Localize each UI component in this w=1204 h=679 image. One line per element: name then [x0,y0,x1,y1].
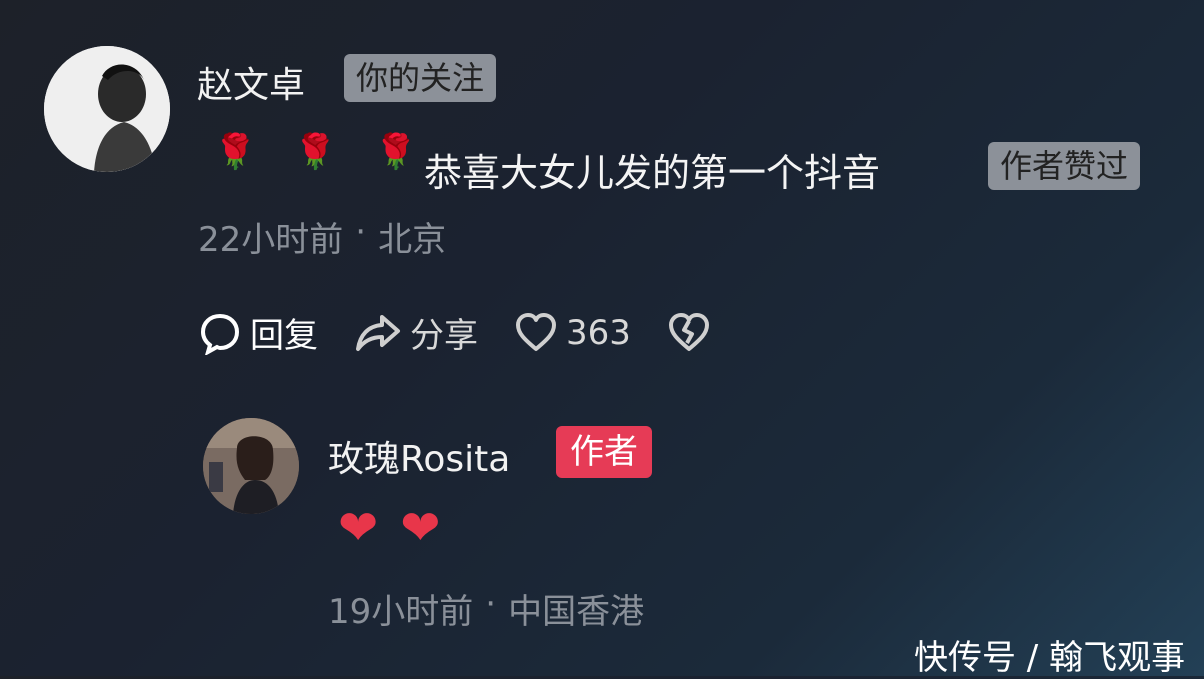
reply-time: 19小时前 [328,592,474,632]
commenter-avatar-image [44,46,170,172]
comment-location: 北京 [378,220,447,260]
meta-separator: · [355,212,367,252]
broken-heart-icon [668,312,709,351]
following-tag: 你的关注 [344,54,497,102]
heart-outline-icon [516,312,556,351]
rose-emoji-group: 🌹 🌹 🌹 [214,132,417,172]
reply-author-avatar[interactable] [203,418,299,514]
commenter-avatar[interactable] [44,46,170,172]
like-button[interactable]: 363 [514,311,631,355]
rose-emoji: 🌹 [294,132,337,172]
commenter-username[interactable]: 赵文卓 [197,56,305,108]
meta-separator: · [485,584,497,624]
share-button[interactable]: 分享 [354,308,478,357]
reply-location: 中国香港 [508,592,645,632]
like-count: 363 [566,312,631,353]
heart-emoji: ❤ [400,500,441,556]
comment-text: 恭喜大女儿发的第一个抖音 [424,151,881,195]
rose-emoji: 🌹 [374,132,418,172]
heart-emoji-group: ❤ ❤ [338,500,440,556]
author-liked-tag: 作者赞过 [988,142,1141,190]
reply-meta: 19小时前 · 中国香港 [328,584,644,633]
author-tag: 作者 [556,426,652,478]
dislike-button[interactable] [667,311,711,355]
heart-emoji: ❤ [338,500,379,556]
comment-time: 22小时前 [198,220,344,260]
comment-actions: 回复 分享 363 [198,308,711,357]
reply-label: 回复 [250,316,318,356]
share-label: 分享 [410,316,478,356]
speech-bubble-icon [200,313,240,355]
rose-emoji: 🌹 [214,132,257,172]
reply-button[interactable]: 回复 [198,308,318,357]
comment-meta: 22小时前 · 北京 [198,212,446,261]
reply-avatar-image [203,418,299,514]
share-arrow-icon [356,314,400,351]
watermark: 快传号 / 翰飞观事 [914,638,1186,678]
reply-username[interactable]: 玫瑰Rosita [328,430,510,482]
